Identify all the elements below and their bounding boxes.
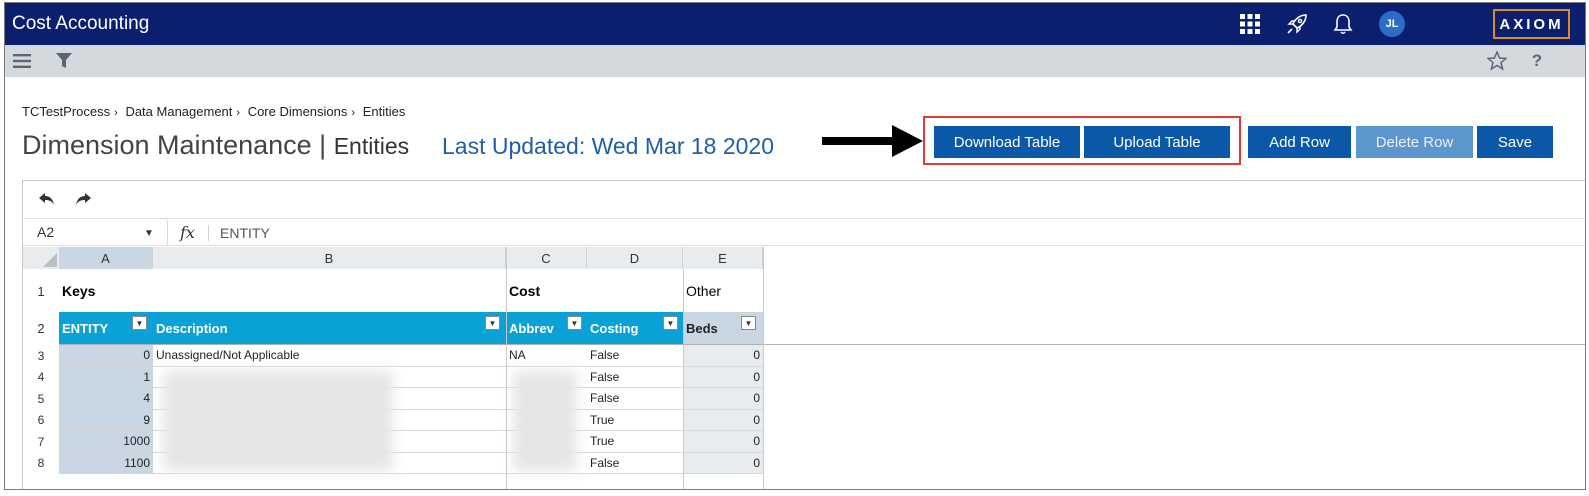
filter-dropdown-icon[interactable]: ▼ [132,316,147,330]
help-icon[interactable]: ? [1526,51,1548,71]
cell-beds[interactable]: 0 [683,388,763,410]
cell-entity[interactable]: 4 [59,388,153,410]
breadcrumb-item[interactable]: Data Management [125,104,232,119]
page-title-entity: Entities [333,133,410,159]
cell-costing[interactable]: False [587,388,683,410]
menu-icon[interactable] [11,51,33,71]
cell-reference: A2 [37,224,55,240]
app-title: Cost Accounting [12,13,150,34]
field-header-label: ENTITY [62,320,109,336]
undo-icon[interactable] [39,192,55,211]
breadcrumb-item[interactable]: Core Dimensions [248,104,348,119]
download-table-button[interactable]: Download Table [934,126,1080,158]
spreadsheet: A2 ▼ fx ENTITY A B C D E 1 Keys Cost Oth… [22,180,1585,489]
avatar[interactable]: JL [1379,11,1405,37]
cell-costing[interactable]: False [587,345,683,367]
redo-icon[interactable] [75,192,91,211]
cell-description[interactable]: Unassigned/Not Applicable [153,345,506,367]
field-header-label: Beds [686,320,718,336]
cell-entity[interactable]: 9 [59,409,153,431]
filter-icon[interactable] [53,51,75,71]
column-header[interactable]: E [683,247,763,269]
app-window: Cost Accounting JL AXIOM ? TCTestProcess… [4,2,1586,490]
cell-entity[interactable]: 1 [59,366,153,388]
cell-entity[interactable]: 1100 [59,452,153,474]
column-header[interactable]: B [153,247,506,269]
row-header[interactable]: 7 [23,431,59,453]
column-header[interactable]: C [506,247,587,269]
divider [683,270,684,489]
sheet-toolbar [23,181,1585,219]
row-header[interactable]: 2 [23,312,59,344]
divider [208,225,209,241]
divider [763,247,764,489]
field-header-costing[interactable]: Costing ▼ [587,312,683,344]
cell-abbrev[interactable]: NA [506,345,587,367]
filter-dropdown-icon[interactable]: ▼ [567,316,582,330]
cell-beds[interactable]: 0 [683,345,763,367]
cell-costing[interactable]: True [587,410,683,431]
redacted-area [513,371,577,471]
row-header[interactable]: 3 [23,345,59,367]
arrow-right-icon [822,124,924,163]
formula-bar: A2 ▼ fx ENTITY [23,220,1585,246]
save-button[interactable]: Save [1477,126,1553,158]
cell-costing[interactable]: False [587,367,683,388]
chevron-down-icon[interactable]: ▼ [144,228,154,239]
group-header-other[interactable]: Other [683,270,763,312]
group-header-cost[interactable]: Cost [506,270,683,312]
redacted-area [163,371,393,471]
last-updated: Last Updated: Wed Mar 18 2020 [442,133,775,159]
filter-dropdown-icon[interactable]: ▼ [485,316,500,330]
star-icon[interactable] [1486,51,1508,71]
formula-input[interactable]: ENTITY [220,225,270,241]
breadcrumb: TCTestProcess › Data Management › Core Dim… [22,104,406,119]
cell-beds[interactable]: 0 [683,366,763,388]
field-header-label: Description [156,320,228,336]
group-header-keys[interactable]: Keys [59,270,153,312]
breadcrumb-item-current: Entities [362,104,406,119]
upload-table-button[interactable]: Upload Table [1084,126,1230,158]
cell-beds[interactable]: 0 [683,431,763,453]
axiom-logo: AXIOM [1493,9,1570,39]
cell-entity[interactable]: 0 [59,345,153,367]
filter-dropdown-icon[interactable]: ▼ [741,316,756,330]
add-row-button[interactable]: Add Row [1248,126,1351,158]
cell-beds[interactable]: 0 [683,409,763,431]
row-header[interactable]: 1 [23,270,59,312]
row-header[interactable]: 8 [23,452,59,474]
divider [506,247,507,489]
secondary-toolbar: ? [5,45,1585,77]
top-bar: Cost Accounting JL AXIOM [5,3,1585,45]
row-header[interactable]: 5 [23,388,59,410]
filter-dropdown-icon[interactable]: ▼ [663,316,678,330]
field-header-label: Costing [590,320,639,336]
field-header-entity[interactable]: ENTITY ▼ [59,312,153,344]
row-header[interactable]: 6 [23,409,59,431]
cell-costing[interactable]: True [587,431,683,453]
cell-beds[interactable]: 0 [683,452,763,474]
page-title-main: Dimension Maintenance | [22,130,327,160]
delete-row-button[interactable]: Delete Row [1356,126,1473,158]
field-header-beds[interactable]: Beds ▼ [683,312,763,344]
breadcrumb-item[interactable]: TCTestProcess [22,104,110,119]
field-header-label: Abbrev [509,320,554,336]
page-title: Dimension Maintenance | Entities [22,130,409,161]
cell-entity[interactable]: 1000 [59,431,153,453]
column-header[interactable]: A [59,247,153,269]
rocket-icon[interactable] [1284,11,1310,37]
apps-grid-icon[interactable] [1237,11,1263,37]
bell-icon[interactable] [1330,11,1356,37]
field-header-abbrev[interactable]: Abbrev ▼ [506,312,587,344]
fx-icon: fx [180,223,195,242]
grid-corner[interactable] [23,247,59,269]
field-header-description[interactable]: Description ▼ [153,312,506,344]
column-header[interactable]: D [587,247,683,269]
cell-costing[interactable]: False [587,453,683,474]
row-header[interactable]: 4 [23,366,59,388]
